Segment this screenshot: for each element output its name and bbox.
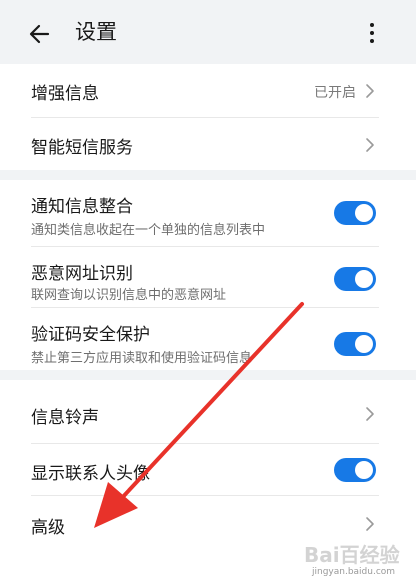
- more-options-button[interactable]: [358, 18, 386, 48]
- settings-item-title: 信息铃声: [31, 408, 99, 428]
- settings-item-ringtone[interactable]: 信息铃声: [0, 380, 416, 443]
- notification-merge-toggle[interactable]: [334, 201, 376, 225]
- baidu-watermark-logo: Bai百经验: [304, 543, 400, 567]
- code-protection-toggle[interactable]: [334, 332, 376, 356]
- settings-item-title: 高级: [31, 518, 65, 538]
- page-title: 设置: [75, 20, 117, 44]
- status-value: 已开启: [314, 85, 356, 101]
- settings-item-title: 增强信息: [31, 84, 99, 104]
- watermark-site-text: jingyan.baidu.com: [312, 567, 396, 577]
- settings-item-title: 智能短信服务: [31, 138, 133, 158]
- settings-item-contact-avatar[interactable]: 显示联系人头像: [0, 444, 416, 495]
- toggle-knob: [355, 204, 373, 222]
- settings-group-1: 增强信息 已开启 智能短信服务: [0, 64, 416, 170]
- settings-item-title: 显示联系人头像: [31, 464, 150, 484]
- arrow-left-icon: [29, 24, 50, 44]
- chevron-right-icon: [366, 84, 374, 98]
- contact-avatar-toggle[interactable]: [334, 458, 376, 482]
- malicious-url-toggle[interactable]: [334, 267, 376, 291]
- toggle-knob: [355, 270, 373, 288]
- settings-group-2: 通知信息整合 通知类信息收起在一个单独的信息列表中 恶意网址识别 联网查询以识别…: [0, 180, 416, 370]
- settings-screen: 设置 增强信息 已开启 智能短信服务 通知信息整合 通知类信息收起在一个单独的信…: [0, 0, 416, 588]
- settings-item-title: 恶意网址识别: [31, 264, 133, 284]
- settings-item-subtitle: 联网查询以识别信息中的恶意网址: [31, 288, 227, 303]
- chevron-right-icon: [366, 517, 374, 531]
- settings-item-smart-sms[interactable]: 智能短信服务: [0, 118, 416, 170]
- settings-item-subtitle: 通知类信息收起在一个单独的信息列表中: [31, 223, 266, 238]
- more-vertical-icon: [370, 21, 374, 45]
- settings-item-title: 通知信息整合: [31, 197, 133, 217]
- settings-item-enhanced-messaging[interactable]: 增强信息 已开启: [0, 64, 416, 117]
- toggle-knob: [355, 461, 373, 479]
- settings-item-title: 验证码安全保护: [31, 325, 150, 345]
- back-button[interactable]: [24, 18, 56, 50]
- settings-item-notification-merge[interactable]: 通知信息整合 通知类信息收起在一个单独的信息列表中: [0, 180, 416, 246]
- chevron-right-icon: [366, 138, 374, 152]
- settings-item-subtitle: 禁止第三方应用读取和使用验证码信息: [31, 351, 253, 366]
- chevron-right-icon: [366, 407, 374, 421]
- settings-item-code-protection[interactable]: 验证码安全保护 禁止第三方应用读取和使用验证码信息: [0, 308, 416, 370]
- toggle-knob: [355, 335, 373, 353]
- svg-text:Bai百经验: Bai百经验: [304, 543, 400, 567]
- app-header: 设置: [0, 0, 416, 64]
- settings-item-malicious-url[interactable]: 恶意网址识别 联网查询以识别信息中的恶意网址: [0, 247, 416, 307]
